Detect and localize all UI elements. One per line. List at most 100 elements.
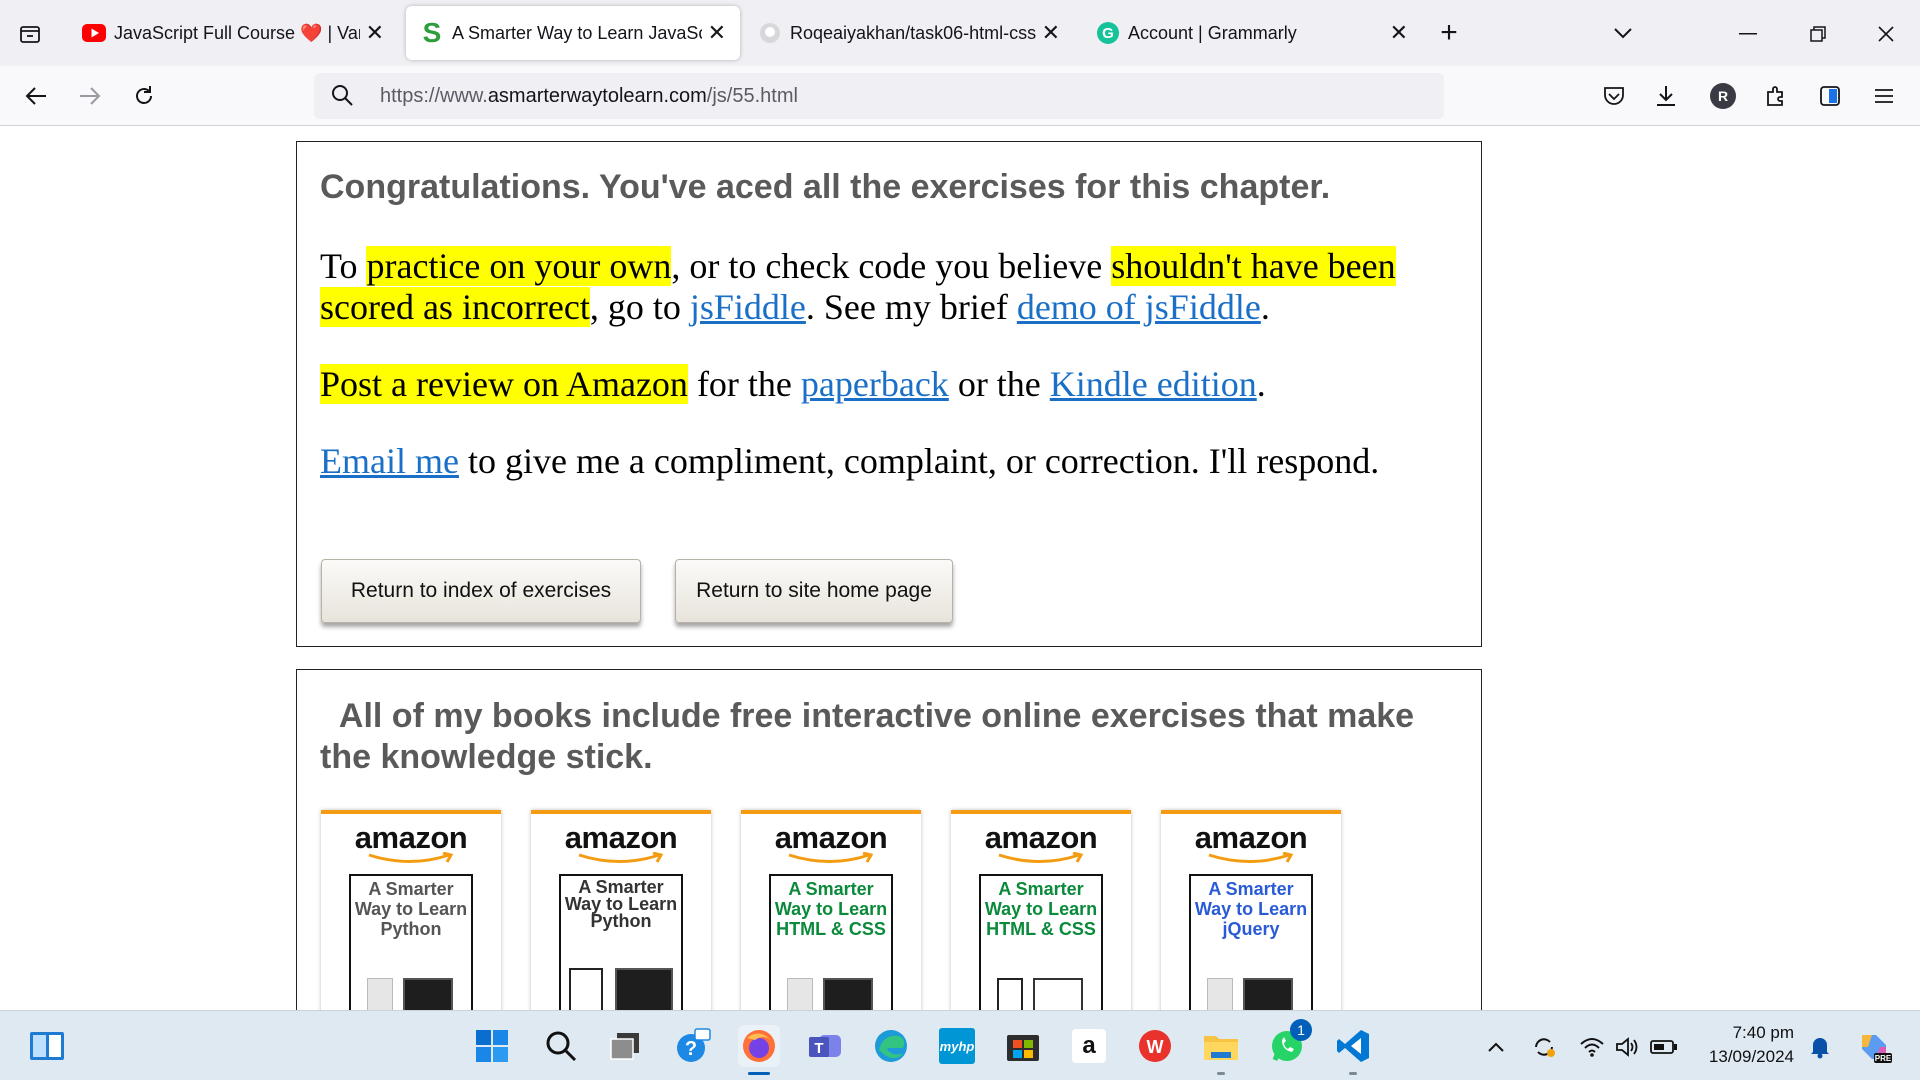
close-tab-icon[interactable]: ✕ <box>1042 20 1060 46</box>
extensions-puzzle-icon[interactable] <box>1758 78 1794 114</box>
system-clock[interactable]: 7:40 pm 13/09/2024 <box>1694 1021 1794 1069</box>
teams-icon[interactable]: T <box>804 1025 846 1067</box>
windows-taskbar: ? T myhp a W 1 7:40 pm 13/09/2024 PRE <box>0 1010 1920 1080</box>
copilot-icon[interactable]: PRE <box>1854 1027 1894 1067</box>
paperback-link[interactable]: paperback <box>801 364 949 404</box>
youtube-icon <box>82 21 106 45</box>
url-text: https://www.asmarterwaytolearn.com/js/55… <box>380 85 798 107</box>
amazon-logo: amazon <box>774 820 888 855</box>
tab-javascript-course[interactable]: JavaScript Full Course ❤️ | Varia ✕ <box>68 6 398 60</box>
book-title: A Smarter Way to Learn HTML & CSS <box>774 879 888 939</box>
jsfiddle-demo-link[interactable]: demo of jsFiddle <box>1017 287 1261 327</box>
navigation-toolbar: https://www.asmarterwaytolearn.com/js/55… <box>0 66 1920 126</box>
highlight-practice: practice on your own <box>366 246 672 286</box>
new-tab-plus-icon[interactable]: + <box>1432 16 1466 50</box>
microsoft-store-icon[interactable] <box>1002 1025 1044 1067</box>
books-panel: All of my books include free interactive… <box>296 669 1482 1029</box>
book-html-css-2[interactable]: amazon A Smarter Way to Learn HTML & CSS <box>951 810 1131 1029</box>
book-html-css-1[interactable]: amazon A Smarter Way to Learn HTML & CSS <box>741 810 921 1029</box>
address-bar[interactable]: https://www.asmarterwaytolearn.com/js/55… <box>314 73 1444 119</box>
email-me-link[interactable]: Email me <box>320 441 459 481</box>
list-all-tabs-chevron-icon[interactable] <box>1608 18 1638 48</box>
minimize-icon[interactable] <box>1730 16 1766 52</box>
extension-blue-icon[interactable] <box>1812 78 1848 114</box>
search-icon[interactable] <box>540 1025 582 1067</box>
hamburger-menu-icon[interactable] <box>1866 78 1902 114</box>
volume-icon[interactable] <box>1614 1033 1642 1061</box>
wifi-icon[interactable] <box>1578 1033 1606 1061</box>
amazon-smile-icon <box>1208 852 1294 863</box>
book-cover: A Smarter Way to Learn HTML & CSS <box>769 874 893 1029</box>
book-cover: A Smarter Way to Learn Python <box>349 874 473 1029</box>
svg-text:G: G <box>1102 25 1114 42</box>
reload-icon[interactable] <box>126 78 162 114</box>
vscode-icon[interactable] <box>1332 1025 1374 1075</box>
highlight-review: Post a review on Amazon <box>320 364 688 404</box>
restore-icon[interactable] <box>1800 16 1836 52</box>
notification-bell-icon[interactable] <box>1806 1033 1834 1061</box>
amazon-logo: amazon <box>564 820 678 855</box>
back-arrow-icon[interactable] <box>18 78 54 114</box>
amazon-app-icon[interactable]: a <box>1068 1025 1110 1067</box>
account-avatar[interactable]: R <box>1710 83 1736 109</box>
book-python-2[interactable]: amazon A Smarter Way to Learn Python <box>531 810 711 1029</box>
notification-badge: 1 <box>1290 1019 1312 1041</box>
book-python-1[interactable]: amazon A Smarter Way to Learn Python <box>321 810 501 1029</box>
book-cover: A Smarter Way to Learn jQuery <box>1189 874 1313 1029</box>
amazon-smile-icon <box>788 852 874 863</box>
books-heading: All of my books include free interactive… <box>320 697 1415 776</box>
tab-title: A Smarter Way to Learn JavaScr <box>452 22 702 43</box>
battery-icon[interactable] <box>1650 1033 1678 1061</box>
amazon-smile-icon <box>368 852 454 863</box>
wps-office-icon[interactable]: W <box>1134 1025 1176 1067</box>
book-jquery[interactable]: amazon A Smarter Way to Learn jQuery <box>1161 810 1341 1029</box>
close-window-icon[interactable] <box>1868 16 1904 52</box>
book-cover: A Smarter Way to Learn Python <box>559 874 683 1029</box>
firefox-view-icon[interactable] <box>14 18 46 50</box>
widgets-icon[interactable] <box>26 1025 68 1067</box>
downloads-icon[interactable] <box>1648 78 1684 114</box>
clock-time: 7:40 pm <box>1732 1023 1794 1042</box>
book-title: A Smarter Way to Learn HTML & CSS <box>984 879 1098 939</box>
amazon-logo: amazon <box>1194 820 1308 855</box>
firefox-icon[interactable] <box>738 1025 780 1075</box>
help-chat-icon[interactable]: ? <box>672 1025 714 1067</box>
svg-text:T: T <box>814 1040 823 1057</box>
edge-icon[interactable] <box>870 1025 912 1067</box>
search-icon <box>330 83 354 112</box>
smarter-way-s-icon: S <box>422 17 442 48</box>
myhp-icon[interactable]: myhp <box>936 1025 978 1067</box>
show-hidden-icons-chevron-icon[interactable] <box>1482 1033 1510 1061</box>
book-title: A Smarter Way to Learn Python <box>354 879 468 939</box>
task-view-icon[interactable] <box>604 1025 646 1067</box>
jsfiddle-link[interactable]: jsFiddle <box>690 287 806 327</box>
pocket-icon[interactable] <box>1596 78 1632 114</box>
close-tab-icon[interactable]: ✕ <box>1390 20 1408 46</box>
amazon-logo: amazon <box>984 820 1098 855</box>
whatsapp-icon[interactable]: 1 <box>1266 1019 1312 1067</box>
svg-text:?: ? <box>685 1038 697 1060</box>
amazon-logo: amazon <box>354 820 468 855</box>
tab-github[interactable]: Roqeaiyakhan/task06-html-css- ✕ <box>744 6 1074 60</box>
tab-smarter-way[interactable]: S A Smarter Way to Learn JavaScr ✕ <box>406 6 740 60</box>
return-to-home-button[interactable]: Return to site home page <box>675 559 953 623</box>
sync-icon[interactable] <box>1530 1033 1558 1061</box>
tab-bar: JavaScript Full Course ❤️ | Varia ✕ S A … <box>0 0 1920 66</box>
forward-arrow-icon[interactable] <box>72 78 108 114</box>
congrats-heading: Congratulations. You've aced all the exe… <box>320 168 1331 206</box>
close-tab-icon[interactable]: ✕ <box>708 20 726 46</box>
practice-paragraph: To practice on your own, or to check cod… <box>320 246 1396 327</box>
book-cover: A Smarter Way to Learn HTML & CSS <box>979 874 1103 1029</box>
clock-date: 13/09/2024 <box>1708 1047 1794 1066</box>
kindle-edition-link[interactable]: Kindle edition <box>1050 364 1257 404</box>
return-to-index-button[interactable]: Return to index of exercises <box>321 559 641 623</box>
tab-title: Account | Grammarly <box>1128 22 1297 43</box>
close-tab-icon[interactable]: ✕ <box>366 20 384 46</box>
grammarly-icon: G <box>1096 21 1120 45</box>
start-windows-icon[interactable] <box>471 1025 513 1067</box>
file-explorer-icon[interactable] <box>1200 1025 1242 1075</box>
svg-text:PRE: PRE <box>1875 1054 1892 1063</box>
github-icon <box>758 21 782 45</box>
tab-grammarly[interactable]: G Account | Grammarly ✕ <box>1082 6 1422 60</box>
tab-title: Roqeaiyakhan/task06-html-css- <box>790 22 1036 43</box>
